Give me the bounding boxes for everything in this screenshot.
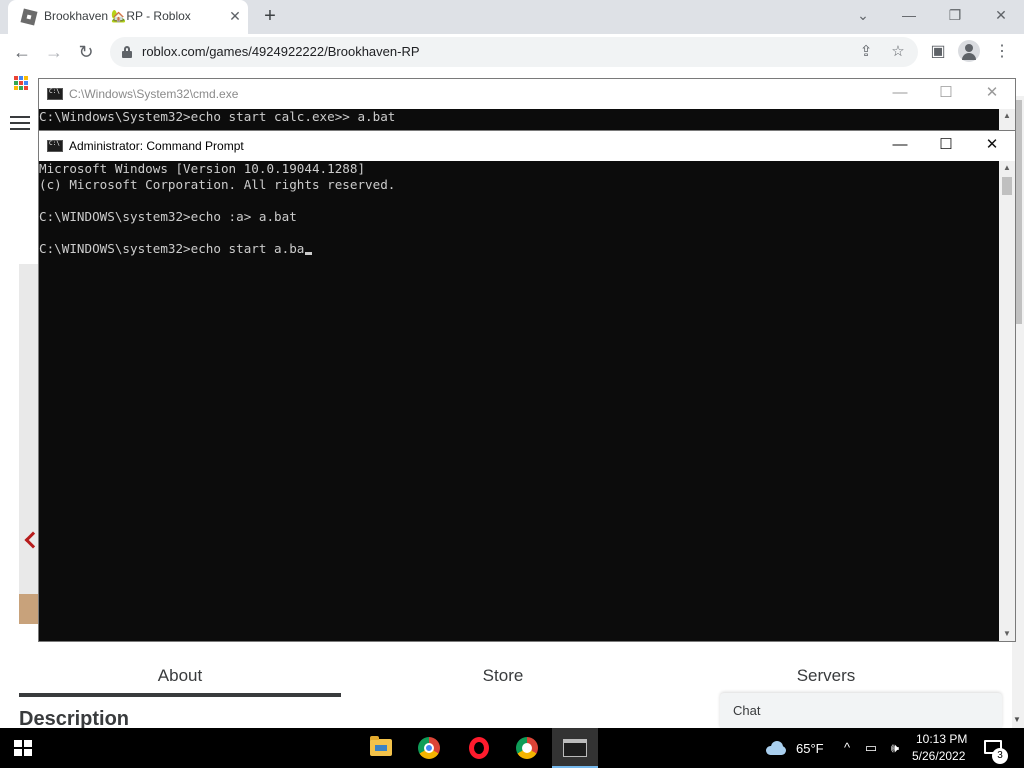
cmd-admin-close-button[interactable]: ✕ (969, 131, 1015, 161)
browser-restore-button[interactable]: ❐ (932, 0, 978, 32)
opera-taskbar-button[interactable] (456, 728, 502, 768)
weather-cloud-icon[interactable] (764, 741, 788, 755)
cmd-background-close-button[interactable]: ✕ (969, 79, 1015, 109)
reload-button[interactable]: ↻ (74, 40, 98, 64)
cmd-admin-titlebar[interactable]: Administrator: Command Prompt — ☐ ✕ (39, 131, 1015, 161)
notification-count-badge: 3 (992, 748, 1008, 764)
tab-store[interactable]: Store (342, 657, 664, 697)
opera-icon (469, 737, 489, 759)
tab-servers[interactable]: Servers (665, 657, 987, 697)
weather-temperature[interactable]: 65°F (796, 741, 824, 756)
volume-icon[interactable]: 🕪 (886, 739, 904, 757)
console-input-text[interactable]: C:\WINDOWS\system32>echo start a.ba (39, 241, 304, 256)
address-bar[interactable]: roblox.com/games/4924922222/Brookhaven-R… (110, 37, 918, 67)
tab-close-icon[interactable]: ✕ (226, 7, 244, 25)
cmd-admin-minimize-button[interactable]: — (877, 131, 923, 161)
cmd-window-admin[interactable]: Administrator: Command Prompt — ☐ ✕ Micr… (38, 130, 1016, 642)
bookmark-star-icon[interactable]: ☆ (888, 42, 908, 62)
chrome-menu-icon[interactable]: ⋮ (990, 40, 1014, 64)
game-thumbnail[interactable] (19, 264, 42, 624)
windows-taskbar: 65°F ^ ▭ 🕪 10:13 PM 5/26/2022 3 (0, 728, 1024, 768)
console-line: C:\Windows\System32>echo start calc.exe>… (39, 109, 396, 124)
share-icon[interactable]: ⇪ (856, 42, 876, 62)
cmd-background-titlebar[interactable]: C:\Windows\System32\cmd.exe — ☐ ✕ (39, 79, 1015, 109)
clock-time[interactable]: 10:13 PM (916, 732, 967, 746)
chrome-taskbar-button[interactable] (406, 728, 452, 768)
cmd-admin-console[interactable]: Microsoft Windows [Version 10.0.19044.12… (39, 161, 999, 641)
browser-tab[interactable]: Brookhaven 🏡RP - Roblox ✕ (8, 0, 248, 34)
chrome-icon (418, 737, 440, 759)
profile-avatar-icon[interactable] (958, 40, 980, 62)
tab-search-icon[interactable]: ⌄ (840, 0, 886, 32)
cmd-background-maximize-button[interactable]: ☐ (923, 79, 969, 109)
clock-date[interactable]: 5/26/2022 (912, 749, 965, 763)
tab-title: Brookhaven 🏡RP - Roblox (44, 9, 191, 23)
game-tabs: About Store Servers (19, 657, 987, 697)
console-line: Microsoft Windows [Version 10.0.19044.12… (39, 161, 366, 176)
file-explorer-icon (370, 736, 392, 756)
cmd-background-minimize-button[interactable]: — (877, 79, 923, 109)
windows-start-icon[interactable] (14, 740, 32, 756)
browser-toolbar: ← → ↻ roblox.com/games/4924922222/Brookh… (0, 34, 1024, 70)
chat-label: Chat (733, 703, 761, 718)
apps-grid-icon[interactable] (14, 76, 28, 90)
cmd-admin-maximize-button[interactable]: ☐ (923, 131, 969, 161)
lock-icon[interactable] (122, 46, 132, 58)
side-panel-icon[interactable]: ▣ (926, 40, 950, 64)
text-cursor (305, 252, 313, 255)
chrome-alt-icon (516, 737, 538, 759)
console-line: (c) Microsoft Corporation. All rights re… (39, 177, 396, 192)
browser-tab-strip: Brookhaven 🏡RP - Roblox ✕ + ⌄ — ❐ ✕ (0, 0, 1024, 34)
console-input-line[interactable]: C:\WINDOWS\system32>echo start a.ba (39, 241, 999, 257)
scrollbar-thumb[interactable] (1002, 177, 1012, 195)
tray-chevron-icon[interactable]: ^ (838, 739, 856, 757)
cmd-admin-scrollbar[interactable]: ▲ ▼ (999, 161, 1015, 641)
back-button[interactable]: ← (10, 40, 34, 64)
hamburger-menu-icon[interactable] (10, 116, 30, 130)
scroll-up-arrow-icon[interactable]: ▲ (999, 161, 1015, 175)
cmd-window-background[interactable]: C:\Windows\System32\cmd.exe — ☐ ✕ C:\Win… (38, 78, 1016, 138)
scroll-down-arrow-icon[interactable]: ▼ (999, 627, 1015, 641)
browser-minimize-button[interactable]: — (886, 0, 932, 32)
roblox-favicon-icon (20, 8, 38, 26)
command-prompt-icon (563, 739, 587, 757)
file-explorer-taskbar-button[interactable] (358, 728, 404, 768)
network-icon[interactable]: ▭ (862, 739, 880, 757)
console-icon (47, 140, 63, 152)
chrome-alt-taskbar-button[interactable] (504, 728, 550, 768)
browser-close-button[interactable]: ✕ (978, 0, 1024, 32)
console-icon (47, 88, 63, 100)
command-prompt-taskbar-button[interactable] (552, 728, 598, 768)
tab-about[interactable]: About (19, 657, 341, 697)
cmd-admin-title: Administrator: Command Prompt (69, 139, 244, 153)
cmd-background-title: C:\Windows\System32\cmd.exe (69, 87, 239, 101)
forward-button[interactable]: → (42, 40, 66, 64)
chat-bar[interactable]: Chat (720, 693, 1002, 728)
url-text[interactable]: roblox.com/games/4924922222/Brookhaven-R… (142, 44, 420, 59)
console-line: C:\WINDOWS\system32>echo :a> a.bat (39, 209, 297, 224)
new-tab-button[interactable]: + (258, 5, 282, 29)
